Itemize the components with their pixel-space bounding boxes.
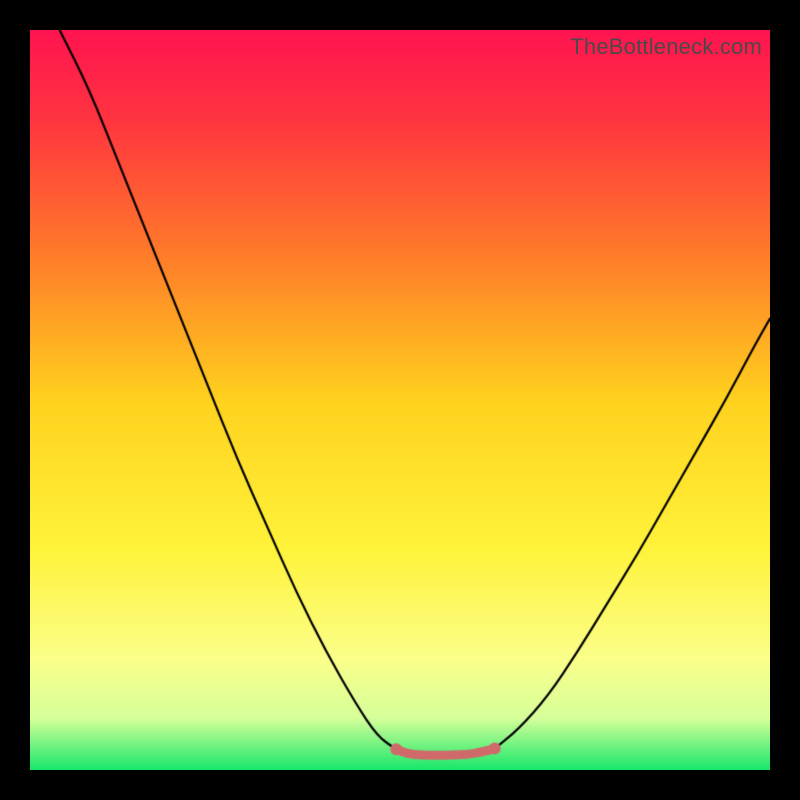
bottleneck-curve-chart	[30, 30, 770, 770]
chart-frame: TheBottleneck.com	[30, 30, 770, 770]
watermark-text: TheBottleneck.com	[570, 34, 762, 60]
